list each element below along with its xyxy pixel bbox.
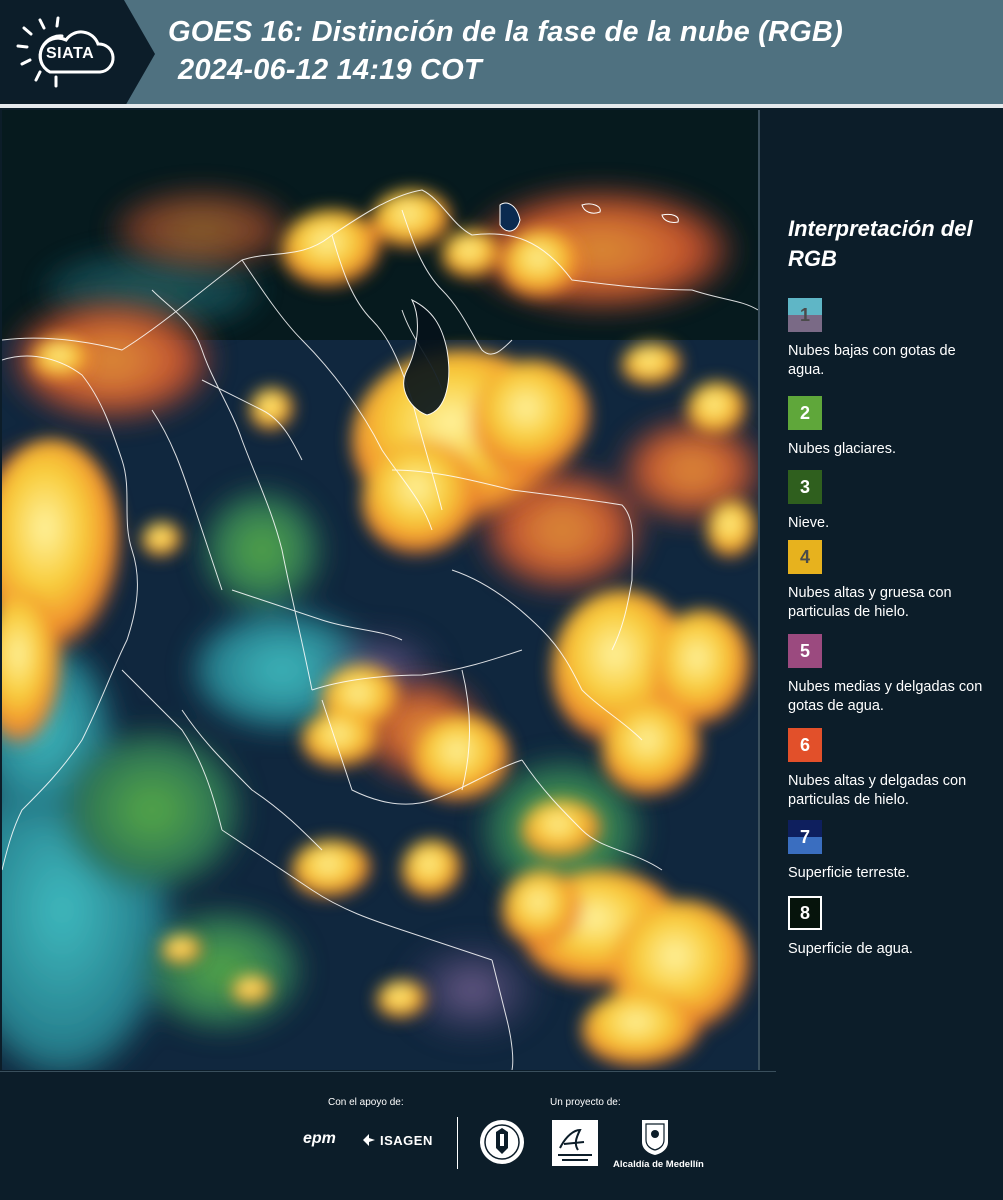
epm-logo: epm <box>303 1130 336 1147</box>
header-bar: SIATA GOES 16: Distinción de la fase de … <box>0 0 1003 108</box>
legend-label-7: Superficie terreste. <box>788 865 910 881</box>
footer-separator <box>457 1117 458 1169</box>
isagen-logo: ISAGEN <box>380 1133 433 1148</box>
legend-number-6: 6 <box>799 734 810 755</box>
metropolitan-seal-icon <box>480 1120 524 1164</box>
legend-label-8: Superficie de agua. <box>788 941 913 957</box>
map-divider <box>758 110 760 1070</box>
project-label: Un proyecto de: <box>550 1097 621 1108</box>
page-title: GOES 16: Distinción de la fase de la nub… <box>168 16 843 48</box>
legend-swatch-5: 5 <box>788 634 822 668</box>
logo-text: SIATA <box>46 45 95 62</box>
siata-logo: SIATA <box>0 0 155 108</box>
satellite-map <box>2 110 758 1070</box>
legend-number-7: 7 <box>799 826 810 847</box>
legend-title: Interpretación del RGB <box>788 216 973 271</box>
legend-swatch-3: 3 <box>788 470 822 504</box>
legend-label-2: Nubes glaciares. <box>788 441 896 457</box>
legend-label-3: Nieve. <box>788 515 830 531</box>
legend-swatch-1: 1 <box>788 298 822 332</box>
legend-panel: Interpretación del RGB 1 Nubes bajas con… <box>788 214 993 957</box>
legend-swatch-4: 4 <box>788 540 822 574</box>
timestamp: 2024-06-12 14:19 COT <box>178 54 482 86</box>
support-label: Con el apoyo de: <box>328 1097 404 1108</box>
legend-number-5: 5 <box>799 640 810 661</box>
footer-divider <box>0 1071 776 1072</box>
header-divider <box>0 104 1003 108</box>
area-metropolitana-logo <box>552 1120 598 1166</box>
legend-label-1: Nubes bajas con gotas de agua. <box>788 343 956 378</box>
isagen-icon <box>363 1134 375 1146</box>
legend-number-3: 3 <box>799 476 810 497</box>
legend-number-4: 4 <box>799 546 810 567</box>
legend-number-2: 2 <box>799 402 810 423</box>
legend-label-4: Nubes altas y gruesa con particulas de h… <box>788 585 952 620</box>
legend-label-6: Nubes altas y delgadas con particulas de… <box>788 773 967 808</box>
alcaldia-shield-icon <box>642 1120 668 1155</box>
legend-number-8: 8 <box>799 902 810 923</box>
legend-label-5: Nubes medias y delgadas con gotas de agu… <box>788 679 983 714</box>
satellite-image <box>2 110 758 1070</box>
legend-swatch-2: 2 <box>788 396 822 430</box>
legend-swatch-7: 7 <box>788 820 822 854</box>
legend-swatch-6: 6 <box>788 728 822 762</box>
alcaldia-text: Alcaldía de Medellín <box>613 1159 704 1170</box>
legend-swatch-8: 8 <box>788 896 822 930</box>
legend-number-1: 1 <box>799 304 810 325</box>
